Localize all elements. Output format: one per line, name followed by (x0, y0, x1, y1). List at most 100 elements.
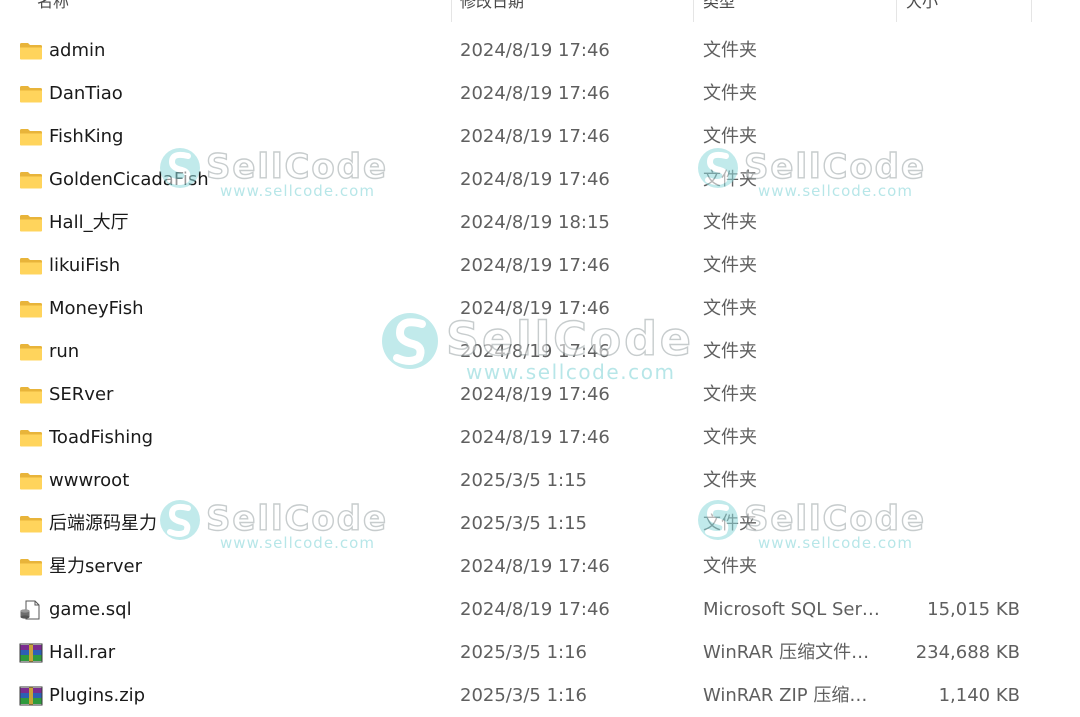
file-modified-date: 2025/3/5 1:16 (460, 642, 587, 663)
file-name: SERver (49, 384, 114, 405)
file-type: 文件夹 (703, 556, 757, 577)
file-type: 文件夹 (703, 341, 757, 362)
file-size (895, 330, 1020, 373)
file-list: admin 2024/8/19 17:46 文件夹 DanTiao 2024/8/19… (0, 29, 1080, 717)
column-header-name[interactable]: 名称 (37, 0, 69, 18)
column-divider[interactable] (693, 0, 694, 22)
file-size: 15,015 KB (927, 599, 1020, 620)
folder-icon (19, 213, 43, 233)
file-name: wwwroot (49, 470, 130, 491)
column-header-type[interactable]: 类型 (703, 0, 735, 18)
file-row[interactable]: 后端源码星力 2025/3/5 1:15 文件夹 (0, 502, 1080, 545)
file-name: run (49, 341, 80, 362)
file-name: Plugins.zip (49, 685, 146, 706)
file-modified-date: 2024/8/19 17:46 (460, 341, 610, 362)
file-type: 文件夹 (703, 212, 757, 233)
file-type: 文件夹 (703, 470, 757, 491)
file-row[interactable]: wwwroot 2025/3/5 1:15 文件夹 (0, 459, 1080, 502)
file-modified-date: 2024/8/19 17:46 (460, 169, 610, 190)
folder-icon (19, 170, 43, 190)
file-modified-date: 2024/8/19 17:46 (460, 427, 610, 448)
file-name: 后端源码星力 (49, 513, 157, 534)
file-modified-date: 2024/8/19 17:46 (460, 298, 610, 319)
folder-icon (19, 342, 43, 362)
file-name: Hall.rar (49, 642, 116, 663)
column-divider[interactable] (1031, 0, 1032, 22)
file-modified-date: 2024/8/19 18:15 (460, 212, 610, 233)
file-type: 文件夹 (703, 384, 757, 405)
column-header-size[interactable]: 大小 (906, 0, 938, 18)
file-size (895, 287, 1020, 330)
file-modified-date: 2024/8/19 17:46 (460, 255, 610, 276)
folder-icon (19, 299, 43, 319)
file-size (895, 459, 1020, 502)
winrar-archive-icon (19, 643, 43, 663)
file-type: 文件夹 (703, 298, 757, 319)
file-type: 文件夹 (703, 427, 757, 448)
folder-icon (19, 127, 43, 147)
file-row[interactable]: likuiFish 2024/8/19 17:46 文件夹 (0, 244, 1080, 287)
file-size (895, 158, 1020, 201)
file-modified-date: 2024/8/19 17:46 (460, 384, 610, 405)
folder-icon (19, 428, 43, 448)
column-header-date[interactable]: 修改日期 (460, 0, 524, 18)
column-header-row: 名称 修改日期 类型 大小 (0, 0, 1080, 22)
sql-file-icon (19, 600, 43, 620)
file-name: DanTiao (49, 83, 123, 104)
file-row[interactable]: MoneyFish 2024/8/19 17:46 文件夹 (0, 287, 1080, 330)
file-name: ToadFishing (49, 427, 154, 448)
file-modified-date: 2025/3/5 1:15 (460, 470, 587, 491)
file-row[interactable]: run 2024/8/19 17:46 文件夹 (0, 330, 1080, 373)
file-size (895, 244, 1020, 287)
file-type: Microsoft SQL Serv... (703, 599, 885, 620)
file-size (895, 416, 1020, 459)
file-modified-date: 2024/8/19 17:46 (460, 40, 610, 61)
column-divider[interactable] (451, 0, 452, 22)
folder-icon (19, 256, 43, 276)
file-type: WinRAR 压缩文件管... (703, 642, 885, 663)
file-size (895, 29, 1020, 72)
file-name: game.sql (49, 599, 132, 620)
winrar-archive-icon (19, 686, 43, 706)
file-modified-date: 2024/8/19 17:46 (460, 556, 610, 577)
file-type: 文件夹 (703, 83, 757, 104)
file-row[interactable]: Plugins.zip 2025/3/5 1:16 WinRAR ZIP 压缩文件 1… (0, 674, 1080, 717)
file-row[interactable]: GoldenCicadaFish 2024/8/19 17:46 文件夹 (0, 158, 1080, 201)
file-row[interactable]: SERver 2024/8/19 17:46 文件夹 (0, 373, 1080, 416)
file-type: WinRAR ZIP 压缩文件 (703, 685, 885, 706)
file-name: GoldenCicadaFish (49, 169, 209, 190)
file-row[interactable]: Hall_大厅 2024/8/19 18:15 文件夹 (0, 201, 1080, 244)
file-modified-date: 2024/8/19 17:46 (460, 126, 610, 147)
file-row[interactable]: FishKing 2024/8/19 17:46 文件夹 (0, 115, 1080, 158)
file-name: FishKing (49, 126, 124, 147)
file-modified-date: 2024/8/19 17:46 (460, 599, 610, 620)
file-size (895, 72, 1020, 115)
file-name: Hall_大厅 (49, 212, 129, 233)
file-name: likuiFish (49, 255, 121, 276)
file-row[interactable]: ToadFishing 2024/8/19 17:46 文件夹 (0, 416, 1080, 459)
file-row[interactable]: Hall.rar 2025/3/5 1:16 WinRAR 压缩文件管... 234,… (0, 631, 1080, 674)
file-name: MoneyFish (49, 298, 144, 319)
file-row[interactable]: game.sql 2024/8/19 17:46 Microsoft SQL Ser… (0, 588, 1080, 631)
file-row[interactable]: admin 2024/8/19 17:46 文件夹 (0, 29, 1080, 72)
folder-icon (19, 471, 43, 491)
file-modified-date: 2025/3/5 1:16 (460, 685, 587, 706)
file-size (895, 373, 1020, 416)
file-type: 文件夹 (703, 40, 757, 61)
file-size (895, 201, 1020, 244)
file-name: 星力server (49, 556, 142, 577)
file-size: 234,688 KB (915, 642, 1020, 663)
file-row[interactable]: 星力server 2024/8/19 17:46 文件夹 (0, 545, 1080, 588)
file-type: 文件夹 (703, 513, 757, 534)
column-divider[interactable] (896, 0, 897, 22)
file-type: 文件夹 (703, 255, 757, 276)
file-size (895, 115, 1020, 158)
folder-icon (19, 514, 43, 534)
folder-icon (19, 84, 43, 104)
folder-icon (19, 385, 43, 405)
file-row[interactable]: DanTiao 2024/8/19 17:46 文件夹 (0, 72, 1080, 115)
file-size (895, 545, 1020, 588)
file-type: 文件夹 (703, 126, 757, 147)
file-modified-date: 2024/8/19 17:46 (460, 83, 610, 104)
file-size (895, 502, 1020, 545)
